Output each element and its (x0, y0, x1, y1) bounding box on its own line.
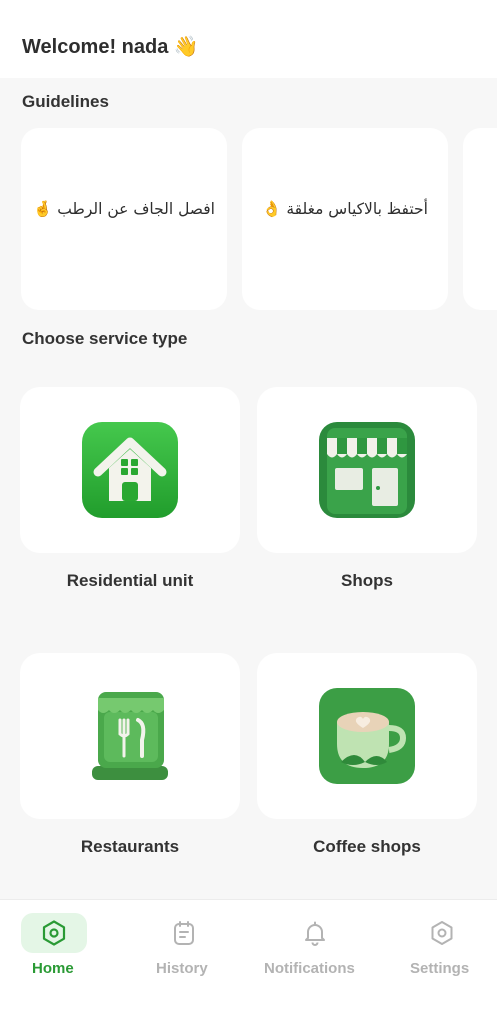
service-label-shops: Shops (341, 571, 393, 590)
service-card-restaurants[interactable] (20, 653, 240, 819)
service-label-residential: Residential unit (66, 571, 194, 590)
service-card-shops[interactable] (257, 387, 477, 553)
nav-home-highlight (21, 913, 87, 953)
nav-notifications-label: Notifications (264, 960, 355, 977)
crossed-fingers-icon: 🤞 (33, 200, 53, 218)
nav-history[interactable]: History (122, 900, 246, 1000)
house-icon (82, 422, 178, 518)
app-screen: Welcome! nada 👋 Guidelines افصل الجاف عن… (0, 0, 497, 1024)
nav-history-icon-wrap (151, 913, 217, 953)
nav-settings-label: Settings (410, 960, 470, 977)
ok-hand-icon: 👌 (262, 200, 282, 218)
service-label-coffee-shops: Coffee shops (313, 837, 421, 856)
home-icon (42, 920, 66, 946)
service-card-residential[interactable] (20, 387, 240, 553)
bell-icon (305, 921, 325, 946)
restaurant-icon (92, 692, 168, 780)
guidelines-title: Guidelines (22, 92, 109, 111)
nav-history-label: History (156, 960, 208, 977)
shop-icon (319, 422, 415, 518)
guideline-text: أحتفظ بالاكياس مغلقة 👌 (262, 200, 428, 218)
nav-notifications[interactable]: Notifications (251, 900, 375, 1000)
guidelines-carousel[interactable]: افصل الجاف عن الرطب 🤞 أحتفظ بالاكياس مغل… (0, 128, 497, 312)
guideline-card[interactable]: أحتفظ بالاكياس مغلقة 👌 (242, 128, 448, 310)
nav-settings[interactable]: Settings (381, 900, 497, 1000)
welcome-text: Welcome! nada (22, 36, 169, 58)
settings-icon (431, 921, 453, 945)
waving-hand-icon: 👋 (173, 34, 199, 58)
coffee-cup-icon (319, 688, 415, 784)
nav-settings-icon-wrap (409, 913, 475, 953)
service-label-restaurants: Restaurants (80, 837, 180, 856)
bottom-navigation: Home History Notifications Settings (0, 899, 497, 1024)
welcome-message: Welcome! nada 👋 (22, 34, 199, 59)
header: Welcome! nada 👋 (0, 0, 497, 78)
nav-notifications-icon-wrap (282, 913, 348, 953)
service-card-coffee-shops[interactable] (257, 653, 477, 819)
nav-home[interactable]: Home (0, 900, 124, 1000)
guideline-text: افصل الجاف عن الرطب 🤞 (33, 200, 215, 218)
nav-home-label: Home (32, 960, 74, 977)
guideline-card[interactable]: افصل الجاف عن الرطب 🤞 (21, 128, 227, 310)
service-type-title: Choose service type (22, 329, 188, 348)
guideline-card[interactable] (463, 128, 497, 310)
history-icon (174, 921, 194, 945)
